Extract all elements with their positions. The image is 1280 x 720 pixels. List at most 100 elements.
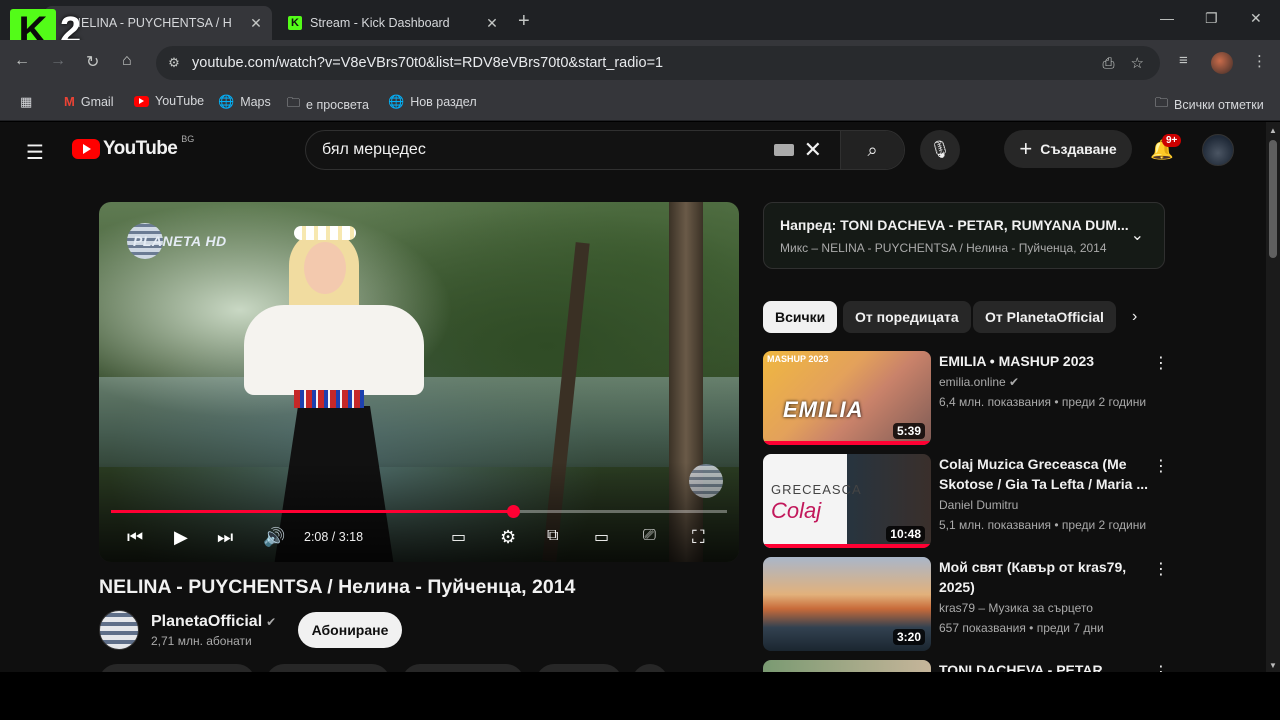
verified-check-icon: ✔: [1009, 375, 1020, 389]
video-thumbnail[interactable]: GRECEASCA Colaj 10:48: [763, 454, 931, 548]
chevron-down-icon[interactable]: ⌄: [1131, 225, 1144, 245]
apps-grid-icon[interactable]: ▦: [20, 94, 38, 110]
chrome-menu-icon[interactable]: ⋮: [1252, 52, 1267, 70]
subtitles-icon[interactable]: ▭: [451, 527, 466, 547]
chip-from-series[interactable]: От поредицата: [843, 301, 971, 333]
clear-search-icon[interactable]: ✕: [804, 137, 822, 163]
search-icon[interactable]: ⌕: [840, 131, 904, 169]
forward-arrow-icon[interactable]: →: [50, 52, 66, 70]
action-button[interactable]: [266, 664, 390, 672]
microphone-icon[interactable]: 🎙: [920, 130, 960, 170]
more-vert-icon[interactable]: ⋮: [1153, 456, 1169, 476]
globe-icon: 🌐: [388, 94, 405, 109]
more-vert-icon[interactable]: ⋮: [1153, 662, 1169, 672]
channel-avatar[interactable]: [99, 610, 139, 650]
all-bookmarks[interactable]: 🗀 Всички отметки: [1155, 94, 1264, 116]
rec-title: Colaj Muzica Greceasca (Me Skotose / Gia…: [939, 456, 1149, 492]
tab-kick-dashboard[interactable]: K Stream - Kick Dashboard ✕: [278, 6, 508, 40]
volume-icon[interactable]: 🔊: [263, 527, 285, 548]
youtube-play-icon: [72, 139, 100, 159]
settings-gear-icon[interactable]: ⚙: [500, 527, 516, 548]
hamburger-menu-icon[interactable]: ☰: [26, 140, 44, 165]
address-bar[interactable]: ⚙ youtube.com/watch?v=V8eVBrs70t0&list=R…: [156, 46, 1160, 80]
seek-bar[interactable]: [111, 505, 727, 518]
video-thumbnail[interactable]: MASHUP 2023 EMILIA 5:39: [763, 351, 931, 445]
minimize-icon[interactable]: —: [1160, 10, 1174, 26]
youtube-logo[interactable]: YouTube BG: [72, 134, 194, 160]
chip-from-channel[interactable]: От PlanetaOfficial: [973, 301, 1116, 333]
reload-icon[interactable]: ↻: [86, 52, 99, 72]
mix-next-title: Напред: TONI DACHEVA - PETAR, RUMYANA DU…: [780, 217, 1129, 233]
new-tab-plus-icon[interactable]: +: [518, 10, 530, 33]
youtube-header: ☰ YouTube BG бял мерцедес ✕ ⌕ 🎙 + Създав…: [0, 122, 1266, 178]
watched-bar: [763, 544, 931, 548]
channel-watermark-logo: PLANETA HD: [127, 223, 237, 259]
notification-badge: 9+: [1162, 134, 1182, 147]
recommendation-item[interactable]: TONI DACHEVA - PETAR ⋮: [763, 660, 1173, 672]
video-player[interactable]: PLANETA HD ⏮ ▶ ⏭ 🔊 2:08 / 3:18 ▭ ⚙ ⧉ ▭ ⎚…: [99, 202, 739, 562]
bookmark-folder-prosveta[interactable]: 🗀 е просвета: [287, 94, 369, 116]
next-icon[interactable]: ⏭: [217, 527, 233, 548]
rec-channel: kras79 – Музика за сърцето: [939, 601, 1093, 615]
video-thumbnail[interactable]: 3:20: [763, 557, 931, 651]
rec-channel: Daniel Dumitru: [939, 498, 1019, 512]
chip-all[interactable]: Всички: [763, 301, 838, 333]
action-button[interactable]: [99, 664, 255, 672]
account-avatar[interactable]: [1202, 134, 1234, 166]
kick-favicon-icon: K: [288, 16, 302, 30]
duration-badge: 5:39: [892, 423, 925, 439]
fullscreen-icon[interactable]: ⛶: [692, 527, 705, 548]
install-app-icon[interactable]: ⎙: [1103, 55, 1115, 72]
tab-close-icon[interactable]: ✕: [246, 15, 266, 32]
letterbox-bar: [0, 672, 1280, 720]
mix-playlist-panel[interactable]: Напред: TONI DACHEVA - PETAR, RUMYANA DU…: [763, 202, 1165, 269]
tab-close-icon[interactable]: ✕: [482, 15, 502, 32]
theater-mode-icon[interactable]: ▭: [594, 527, 609, 547]
duration-badge: 3:20: [892, 629, 925, 645]
subscribe-button[interactable]: Абониране: [298, 612, 402, 648]
bookmark-youtube[interactable]: YouTube: [134, 94, 204, 108]
bookmark-maps[interactable]: 🌐 Maps: [218, 94, 271, 110]
recommendation-item[interactable]: MASHUP 2023 EMILIA 5:39 EMILIA • MASHUP …: [763, 351, 1173, 447]
rec-meta: 657 показвания • преди 7 дни: [939, 621, 1104, 635]
plus-icon: +: [1019, 136, 1033, 161]
restore-icon[interactable]: ❐: [1205, 10, 1218, 27]
bookmark-new-tab[interactable]: 🌐 Нов раздел: [388, 94, 477, 110]
scroll-thumb[interactable]: [1269, 140, 1277, 258]
miniplayer-icon[interactable]: ⧉: [547, 527, 558, 545]
keyboard-icon[interactable]: [773, 144, 794, 156]
create-button[interactable]: + Създаване: [1004, 130, 1132, 168]
rec-meta: 6,4 млн. показвания • преди 2 години: [939, 395, 1147, 409]
media-control-icon[interactable]: ≡: [1179, 52, 1188, 69]
chevron-right-icon[interactable]: ›: [1132, 308, 1137, 326]
more-vert-icon[interactable]: ⋮: [1153, 353, 1169, 373]
scroll-up-icon[interactable]: ▲: [1269, 126, 1277, 135]
recommendation-item[interactable]: 3:20 Мой свят (Кавър от kras79, 2025) kr…: [763, 557, 1173, 653]
more-vert-icon[interactable]: ⋮: [1153, 559, 1169, 579]
home-icon[interactable]: ⌂: [122, 52, 132, 70]
search-input[interactable]: бял мерцедес: [306, 141, 774, 159]
video-title: NELINA - PUYCHENTSA / Нелина - Пуйченца,…: [99, 576, 576, 598]
window-close-icon[interactable]: ✕: [1250, 10, 1262, 27]
page-scrollbar[interactable]: ▲ ▼: [1266, 122, 1280, 672]
back-arrow-icon[interactable]: ←: [14, 52, 30, 70]
bookmark-star-icon[interactable]: ☆: [1131, 54, 1144, 72]
more-actions-button[interactable]: [632, 664, 668, 672]
verified-check-icon: ✔: [266, 615, 277, 629]
rec-channel: emilia.online ✔: [939, 375, 1020, 389]
recommendation-item[interactable]: GRECEASCA Colaj 10:48 Colaj Muzica Grece…: [763, 454, 1173, 550]
search-box[interactable]: бял мерцедес ✕ ⌕: [305, 130, 905, 170]
action-button[interactable]: [536, 664, 622, 672]
cast-icon[interactable]: ⎚: [643, 527, 656, 545]
channel-name[interactable]: PlanetaOfficial ✔: [151, 613, 276, 631]
folder-icon: 🗀: [287, 95, 301, 110]
video-thumbnail[interactable]: [763, 660, 931, 672]
scroll-down-icon[interactable]: ▼: [1269, 661, 1277, 670]
action-button[interactable]: [402, 664, 524, 672]
site-info-icon[interactable]: ⚙: [156, 55, 192, 71]
previous-icon[interactable]: ⏮: [127, 527, 143, 548]
browser-profile-avatar[interactable]: [1211, 52, 1233, 74]
play-icon[interactable]: ▶: [174, 527, 188, 548]
time-display: 2:08 / 3:18: [304, 530, 364, 544]
bookmark-gmail[interactable]: M Gmail: [64, 94, 114, 109]
